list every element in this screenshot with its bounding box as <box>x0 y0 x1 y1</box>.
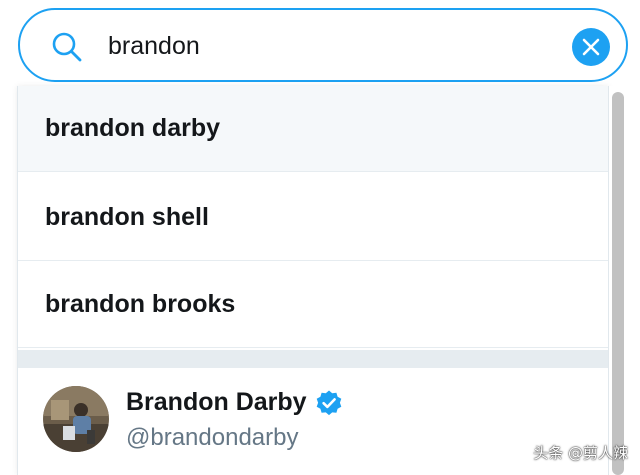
section-divider <box>18 350 608 368</box>
watermark-text: 头条 @剪人辣 <box>533 444 628 462</box>
search-bar[interactable] <box>18 8 628 82</box>
user-display-name: Brandon Darby <box>126 388 307 416</box>
search-page: brandon darby brandon shell brandon broo… <box>0 0 640 475</box>
verified-badge-icon <box>316 390 341 415</box>
suggestion-label: brandon brooks <box>45 290 236 318</box>
user-handle: @brandondarby <box>126 424 299 451</box>
user-name-line: Brandon Darby <box>126 388 343 417</box>
close-icon <box>582 38 600 56</box>
search-suggestions-dropdown: brandon darby brandon shell brandon broo… <box>17 86 609 475</box>
suggestion-label: brandon darby <box>45 114 221 142</box>
suggestion-item[interactable]: brandon shell <box>18 175 608 261</box>
search-icon <box>52 32 82 62</box>
scrollbar-thumb[interactable] <box>612 92 624 475</box>
clear-search-button[interactable] <box>572 28 610 66</box>
avatar[interactable] <box>43 386 109 452</box>
suggestion-item[interactable]: brandon darby <box>18 86 608 172</box>
suggestion-item[interactable]: brandon brooks <box>18 262 608 348</box>
search-input[interactable] <box>108 24 548 68</box>
user-result-row[interactable]: Brandon Darby @brandondarby <box>18 368 608 475</box>
suggestion-label: brandon shell <box>45 203 209 231</box>
avatar-photo <box>43 386 109 452</box>
